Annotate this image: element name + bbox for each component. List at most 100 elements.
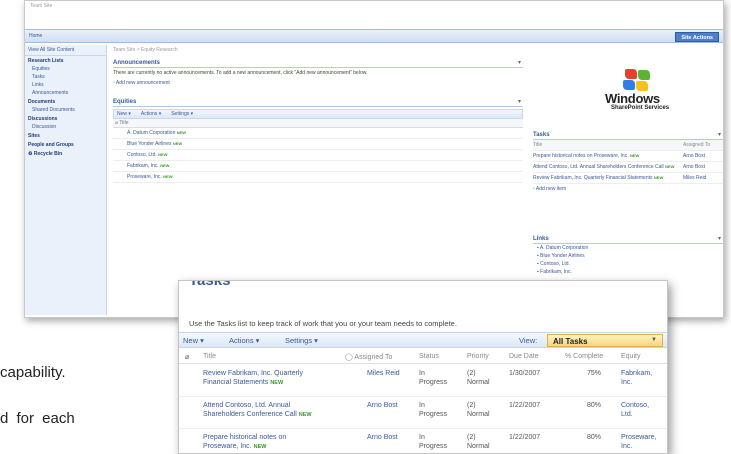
status-line1: In — [419, 434, 425, 441]
tasks-title[interactable]: Tasks — [533, 132, 550, 138]
webpart-menu-icon[interactable]: ▾ — [518, 59, 521, 66]
announcements-title[interactable]: Announcements — [113, 60, 160, 66]
task-due-date: 1/22/2007 — [509, 434, 541, 441]
webpart-menu-icon[interactable]: ▾ — [718, 235, 721, 242]
nav-item-tasks[interactable]: Tasks — [25, 73, 106, 81]
nav-section-research-lists[interactable]: Research Lists — [25, 56, 106, 65]
col-percent-complete[interactable]: % Complete — [565, 353, 603, 360]
task-status: In Progress — [419, 433, 447, 451]
breadcrumb[interactable]: Team Site > Equity Research — [113, 47, 523, 53]
task-due-date: 1/30/2007 — [509, 370, 541, 377]
recycle-bin-label: Recycle Bin — [33, 151, 63, 157]
nav-item-equities[interactable]: Equities — [25, 65, 106, 73]
task-equity[interactable]: Fabrikam, Inc. — [621, 369, 652, 387]
col-assigned-to[interactable]: ◯ Assigned To — [345, 353, 392, 361]
col-status[interactable]: Status — [419, 353, 439, 360]
task-equity[interactable]: Proseware, Inc. — [621, 433, 656, 451]
links-webpart: Links ▾ ▪ A. Datum Corporation ▪ Blue Yo… — [533, 235, 723, 276]
equities-new-button[interactable]: New ▾ — [117, 111, 131, 117]
task-title[interactable]: Attend Contoso, Ltd. Annual Shareholders … — [203, 401, 312, 420]
tasks-toolbar: New ▾ Actions ▾ Settings ▾ View: All Tas… — [179, 332, 667, 348]
equities-column-title[interactable]: ⌀ Title — [113, 119, 523, 128]
tab-home[interactable]: Home — [29, 33, 42, 39]
equities-actions-button[interactable]: Actions ▾ — [141, 111, 161, 117]
new-badge: NEW — [270, 380, 284, 386]
list-item[interactable]: Proseware, Inc. NEW — [113, 172, 523, 183]
col-title[interactable]: Title — [203, 353, 216, 360]
nav-section-sites[interactable]: Sites — [25, 131, 106, 140]
nav-item-shared-documents[interactable]: Shared Documents — [25, 106, 106, 114]
links-title[interactable]: Links — [533, 236, 549, 242]
nav-section-people-groups[interactable]: People and Groups — [25, 140, 106, 149]
link-label: Blue Yonder Airlines — [540, 253, 585, 259]
table-row[interactable]: Review Fabrikam, Inc. Quarterly Financial… — [179, 366, 667, 397]
link-label: A. Datum Corporation — [539, 245, 589, 251]
list-item[interactable]: Contoso, Ltd. NEW — [113, 150, 523, 161]
task-assigned-to[interactable]: Arno Bost — [367, 401, 398, 410]
col-equity[interactable]: Equity — [621, 353, 640, 360]
view-selector[interactable]: All Tasks ▼ — [547, 334, 663, 347]
equity-line1: Fabrikam, — [621, 370, 653, 377]
settings-button[interactable]: Settings ▾ — [285, 336, 318, 345]
new-badge: NEW — [176, 130, 187, 135]
equity-name: Fabrikam, Inc. — [127, 163, 159, 169]
top-crumb[interactable]: Team Site — [30, 3, 52, 9]
table-row[interactable]: Attend Contoso, Ltd. Annual Shareholders … — [179, 398, 667, 429]
actions-button[interactable]: Actions ▾ — [229, 336, 259, 345]
task-title-line2: Shareholders Conference Call — [203, 411, 297, 418]
task-title[interactable]: Prepare historical notes on Proseware, In… — [203, 433, 286, 452]
table-row[interactable]: Prepare historical notes on Proseware, In… — [179, 430, 667, 453]
add-announcement-link[interactable]: ▫ Add new announcement — [113, 78, 523, 88]
list-item[interactable]: Blue Yonder Airlines NEW — [113, 139, 523, 150]
priority-line1: (2) — [467, 434, 476, 441]
link-label: Fabrikam, Inc. — [540, 269, 572, 275]
table-row[interactable]: Attend Contoso, Ltd. Annual Shareholders… — [533, 162, 723, 173]
new-button[interactable]: New ▾ — [183, 336, 204, 345]
col-priority[interactable]: Priority — [467, 353, 489, 360]
view-all-site-content-link[interactable]: View All Site Content — [25, 45, 106, 56]
equities-header: Equities ▾ — [113, 98, 523, 107]
task-assigned-to[interactable]: Miles Reid — [367, 369, 400, 378]
recycle-bin-link[interactable]: ♻ Recycle Bin — [25, 149, 106, 159]
link-item[interactable]: ▪ Blue Yonder Airlines — [533, 252, 723, 260]
task-title-line1: Prepare historical notes on — [203, 434, 287, 441]
new-badge: NEW — [163, 174, 173, 179]
site-actions-button[interactable]: Site Actions — [675, 32, 719, 42]
list-item[interactable]: Fabrikam, Inc. NEW — [113, 161, 523, 172]
nav-item-announcements[interactable]: Announcements — [25, 89, 106, 97]
task-title: Attend Contoso, Ltd. Annual Shareholders… — [533, 164, 664, 170]
page-title: Tasks — [189, 280, 231, 289]
webpart-menu-icon[interactable]: ▾ — [518, 98, 521, 105]
equities-settings-button[interactable]: Settings ▾ — [171, 111, 193, 117]
task-priority: (2) Normal — [467, 369, 490, 387]
add-task-link[interactable]: ▫ Add new item — [533, 184, 723, 194]
new-badge: NEW — [298, 412, 312, 418]
equities-title[interactable]: Equities — [113, 99, 136, 105]
task-status: In Progress — [419, 401, 447, 419]
link-item[interactable]: ▪ A. Datum Corporation — [533, 244, 723, 252]
right-column: Windows SharePoint Services Tasks ▾ Titl… — [533, 45, 723, 315]
col-due-date[interactable]: Due Date — [509, 353, 539, 360]
main-content: Team Site > Equity Research Announcement… — [113, 45, 523, 315]
priority-line1: (2) — [467, 402, 476, 409]
quick-launch-nav: View All Site Content Research Lists Equ… — [25, 45, 107, 315]
col-assigned[interactable]: Assigned To — [683, 142, 723, 148]
people-icon: ◯ — [345, 354, 353, 361]
table-row[interactable]: Prepare historical notes on Proseware, I… — [533, 151, 723, 162]
col-title[interactable]: Title — [533, 142, 683, 148]
link-item[interactable]: ▪ Fabrikam, Inc. — [533, 268, 723, 276]
task-title-line1: Review Fabrikam, Inc. Quarterly — [203, 370, 303, 377]
nav-section-discussions[interactable]: Discussions — [25, 114, 106, 123]
task-equity[interactable]: Contoso, Ltd. — [621, 401, 649, 419]
tasks-table-header: ⌀ Title ◯ Assigned To Status Priority Du… — [179, 350, 667, 364]
list-item[interactable]: A. Datum Corporation NEW — [113, 128, 523, 139]
nav-section-documents[interactable]: Documents — [25, 97, 106, 106]
nav-item-links[interactable]: Links — [25, 81, 106, 89]
webpart-menu-icon[interactable]: ▾ — [718, 131, 721, 138]
link-item[interactable]: ▪ Contoso, Ltd. — [533, 260, 723, 268]
task-title[interactable]: Review Fabrikam, Inc. Quarterly Financial… — [203, 369, 303, 388]
table-row[interactable]: Review Fabrikam, Inc. Quarterly Financia… — [533, 173, 723, 184]
nav-item-discussion[interactable]: Discussion — [25, 123, 106, 131]
task-percent-complete: 80% — [587, 402, 602, 409]
task-assigned-to[interactable]: Arno Bost — [367, 433, 398, 442]
